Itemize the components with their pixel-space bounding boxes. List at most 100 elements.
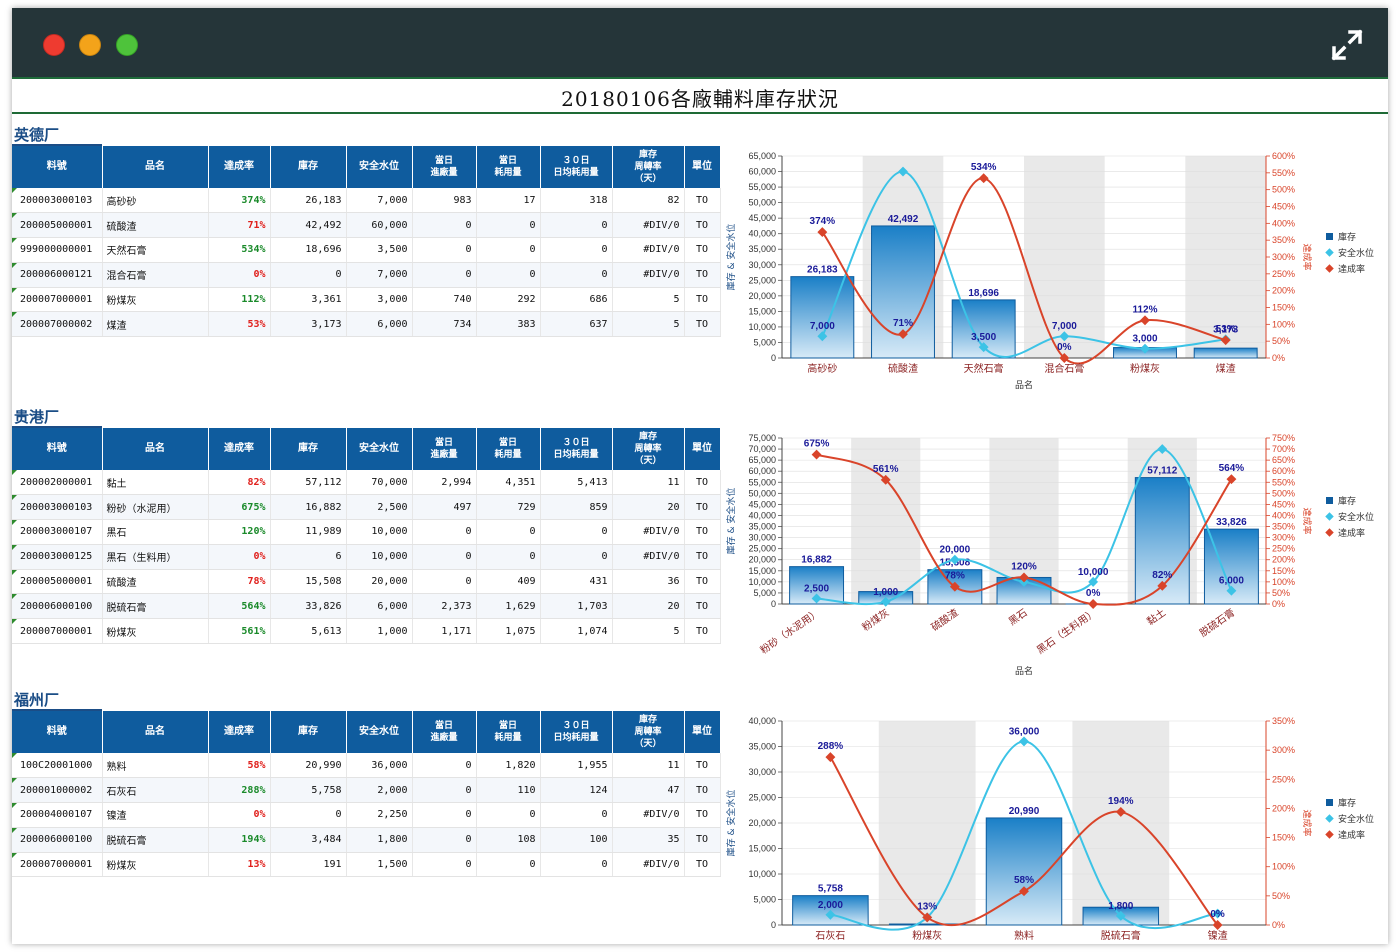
- plant-label: 贵港厂: [14, 408, 60, 426]
- close-window-button[interactable]: [43, 34, 65, 56]
- column-header[interactable]: 安全水位: [346, 146, 413, 188]
- column-header[interactable]: 當日 耗用量: [476, 428, 541, 470]
- cell-rate: 374%: [208, 188, 271, 214]
- column-header[interactable]: 當日 進廠量: [412, 146, 477, 188]
- y-tick-label: 15,000: [748, 306, 776, 316]
- table-row[interactable]: 200007000001 粉煤灰 13% 191 1,500 0 0 0 #DIV/0 TO: [12, 852, 721, 878]
- table-row[interactable]: 200007000001 粉煤灰 561% 5,613 1,000 1,171 1,075 1…: [12, 618, 721, 645]
- zoom-window-button[interactable]: [116, 34, 138, 56]
- column-header[interactable]: 當日 進廠量: [412, 428, 477, 470]
- column-header[interactable]: 安全水位: [346, 428, 413, 470]
- inventory-chart: 05,00010,00015,00020,00025,00030,00035,0…: [722, 428, 1388, 680]
- cell-avg: 637: [540, 311, 613, 338]
- cell-stock: 5,613: [270, 618, 347, 645]
- column-header[interactable]: 當日 耗用量: [476, 711, 541, 753]
- table-header-row: 料號 品名 達成率 庫存 安全水位 當日 進廠量 當日 耗用量 ３０日 日均耗用量 庫存 周轉率…: [12, 146, 721, 188]
- rate-data-label: 0%: [1086, 588, 1101, 599]
- cell-use: 1,629: [476, 593, 541, 620]
- column-header[interactable]: 料號: [12, 711, 103, 753]
- cell-name: 粉煤灰: [102, 287, 209, 313]
- bar-data-label: 33,826: [1216, 517, 1247, 528]
- cell-in: 0: [412, 212, 477, 239]
- column-header[interactable]: 單位: [684, 428, 721, 470]
- cell-rate: 0%: [208, 802, 271, 828]
- cell-stock: 42,492: [270, 212, 347, 239]
- table-header-row: 料號 品名 達成率 庫存 安全水位 當日 進廠量 當日 耗用量 ３０日 日均耗用量 庫存 周轉率…: [12, 711, 721, 753]
- column-header[interactable]: 當日 耗用量: [476, 146, 541, 188]
- column-header[interactable]: ３０日 日均耗用量: [540, 146, 613, 188]
- y-axis-title: 庫存 & 安全水位: [725, 790, 737, 857]
- cell-in: 0: [412, 802, 477, 828]
- table-row[interactable]: 200003000103 粉砂（水泥用） 675% 16,882 2,500 497 729…: [12, 494, 721, 521]
- column-header[interactable]: 安全水位: [346, 711, 413, 753]
- table-row[interactable]: 999000000001 天然石膏 534% 18,696 3,500 0 0 0 #DIV/0…: [12, 237, 721, 263]
- safety-data-label: 20,000: [940, 545, 971, 556]
- column-header[interactable]: ３０日 日均耗用量: [540, 428, 613, 470]
- column-header[interactable]: 品名: [102, 711, 209, 753]
- y2-tick-label: 300%: [1272, 533, 1295, 543]
- column-header[interactable]: ３０日 日均耗用量: [540, 711, 613, 753]
- column-header[interactable]: 料號: [12, 428, 103, 470]
- cell-rate: 675%: [208, 494, 271, 521]
- x-axis-title: 品名: [1015, 665, 1033, 677]
- table-row[interactable]: 200005000001 硫酸渣 78% 15,508 20,000 0 409 431 36 T…: [12, 569, 721, 595]
- column-header[interactable]: 單位: [684, 711, 721, 753]
- column-header[interactable]: 品名: [102, 146, 209, 188]
- cell-avg: 1,074: [540, 618, 613, 645]
- expand-arrows-icon[interactable]: [1330, 28, 1364, 62]
- cell-safety: 70,000: [346, 470, 413, 496]
- table-row[interactable]: 200003000125 黑石（生料用） 0% 6 10,000 0 0 0 #DIV/0 TO: [12, 544, 721, 570]
- column-header[interactable]: 當日 進廠量: [412, 711, 477, 753]
- y2-axis-title: 達成率: [1301, 507, 1313, 534]
- cell-code: 999000000001: [12, 237, 103, 263]
- column-header[interactable]: 庫存: [270, 146, 347, 188]
- column-header[interactable]: 料號: [12, 146, 103, 188]
- table-row[interactable]: 200003000107 黑石 120% 11,989 10,000 0 0 0 #DIV/0 T…: [12, 519, 721, 545]
- table-row[interactable]: 200004000107 镍渣 0% 0 2,250 0 0 0 #DIV/0 TO: [12, 802, 721, 828]
- column-header[interactable]: 達成率: [208, 428, 271, 470]
- x-tick-label: 镍渣: [1208, 929, 1228, 942]
- cell-stock: 26,183: [270, 188, 347, 214]
- cell-unit: TO: [684, 618, 721, 645]
- column-header[interactable]: 庫存 周轉率 （天）: [612, 146, 685, 188]
- table-row[interactable]: 200002000001 黏土 82% 57,112 70,000 2,994 4,351 5…: [12, 470, 721, 496]
- table-row[interactable]: 100C20001000 熟料 58% 20,990 36,000 0 1,820 1,955…: [12, 753, 721, 779]
- cell-rate: 120%: [208, 519, 271, 545]
- table-row[interactable]: 200003000103 高砂砂 374% 26,183 7,000 983 17 318 82…: [12, 188, 721, 214]
- cell-avg: 0: [540, 544, 613, 570]
- column-header[interactable]: 庫存 周轉率 （天）: [612, 711, 685, 753]
- column-header[interactable]: 達成率: [208, 711, 271, 753]
- x-tick-label: 混合石膏: [1044, 362, 1084, 375]
- table-row[interactable]: 200001000002 石灰石 288% 5,758 2,000 0 110 124 47 TO: [12, 777, 721, 804]
- table-row[interactable]: 200006000121 混合石膏 0% 0 7,000 0 0 0 #DIV/0 TO: [12, 262, 721, 288]
- column-header[interactable]: 庫存 周轉率 （天）: [612, 428, 685, 470]
- column-header[interactable]: 庫存: [270, 428, 347, 470]
- table-row[interactable]: 200006000100 脱硫石膏 564% 33,826 6,000 2,373 1,62…: [12, 593, 721, 620]
- table-row[interactable]: 200005000001 硫酸渣 71% 42,492 60,000 0 0 0 #DIV/0 T…: [12, 212, 721, 239]
- y2-tick-label: 100%: [1272, 577, 1295, 587]
- cell-turn: 35: [612, 827, 685, 853]
- safety-data-label: 1,000: [873, 587, 898, 598]
- column-header[interactable]: 達成率: [208, 146, 271, 188]
- cell-in: 1,171: [412, 618, 477, 645]
- cell-rate: 78%: [208, 569, 271, 595]
- table-row[interactable]: 200007000002 煤渣 53% 3,173 6,000 734 383 637 5 TO: [12, 311, 721, 338]
- cell-name: 煤渣: [102, 311, 209, 338]
- y-tick-label: 65,000: [748, 455, 776, 465]
- column-header[interactable]: 品名: [102, 428, 209, 470]
- minimize-window-button[interactable]: [79, 34, 101, 56]
- y-tick-label: 25,000: [748, 544, 776, 554]
- bar-data-label: 20,990: [1009, 806, 1040, 817]
- y2-tick-label: 0%: [1272, 599, 1285, 609]
- inventory-chart: 05,00010,00015,00020,00025,00030,00035,0…: [722, 711, 1388, 943]
- table-row[interactable]: 200006000100 脱硫石膏 194% 3,484 1,800 0 108 100 35 T…: [12, 827, 721, 853]
- table-row[interactable]: 200007000001 粉煤灰 112% 3,361 3,000 740 292 686 5 T…: [12, 287, 721, 313]
- column-header[interactable]: 庫存: [270, 711, 347, 753]
- cell-in: 0: [412, 852, 477, 878]
- cell-unit: TO: [684, 212, 721, 239]
- x-tick-label: 粉煤灰: [1130, 362, 1160, 375]
- y-tick-label: 60,000: [748, 466, 776, 476]
- cell-safety: 2,250: [346, 802, 413, 828]
- x-tick-label: 石灰石: [815, 929, 845, 942]
- column-header[interactable]: 單位: [684, 146, 721, 188]
